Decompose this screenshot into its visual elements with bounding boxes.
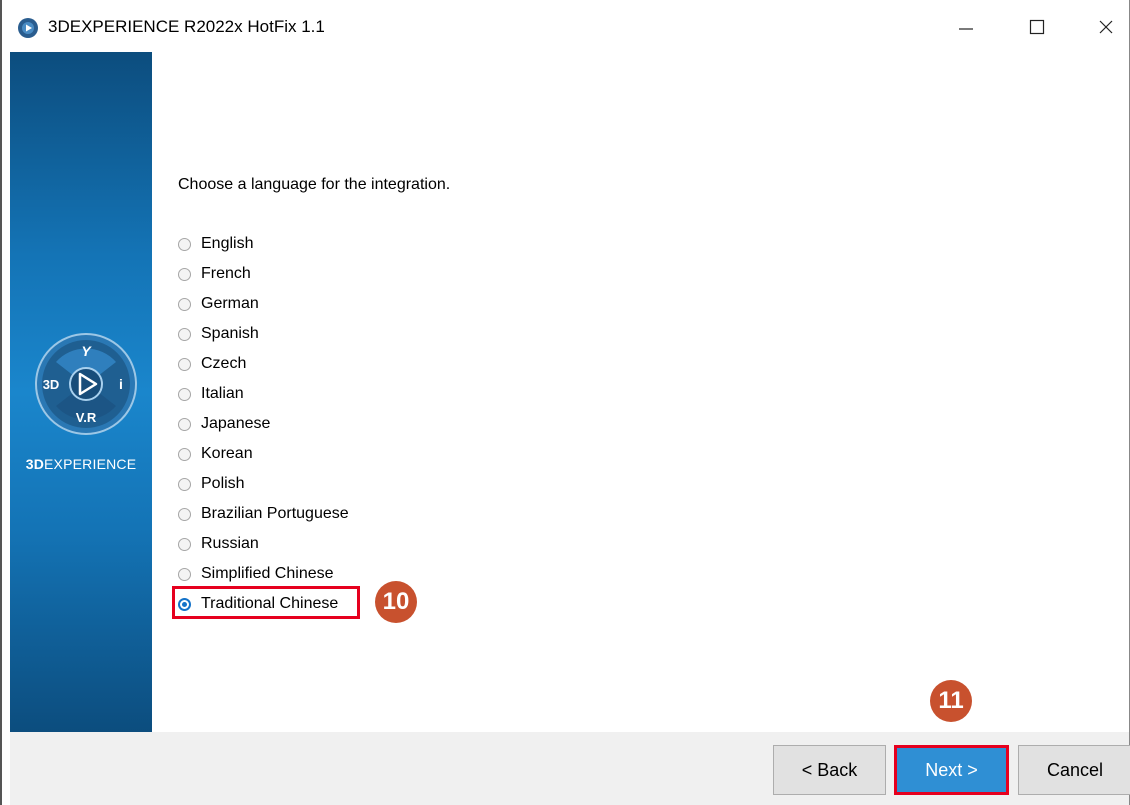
language-label: French xyxy=(201,265,251,282)
selection-highlight-box xyxy=(172,586,360,619)
radio-button[interactable] xyxy=(178,357,191,371)
language-option[interactable]: Korean xyxy=(178,439,349,469)
language-option[interactable]: Brazilian Portuguese xyxy=(178,499,349,529)
radio-button[interactable] xyxy=(178,537,191,551)
3dexperience-compass-icon: Y 3D i V.R xyxy=(35,333,137,435)
radio-button[interactable] xyxy=(178,297,191,311)
brand-rest: EXPERIENCE xyxy=(44,456,137,472)
compass-bottom-label: V.R xyxy=(76,410,97,425)
language-label: English xyxy=(201,235,254,252)
language-label: Simplified Chinese xyxy=(201,565,334,582)
language-option[interactable]: Japanese xyxy=(178,409,349,439)
language-option[interactable]: Italian xyxy=(178,379,349,409)
minimize-button[interactable] xyxy=(944,8,988,46)
main-panel: Choose a language for the integration. E… xyxy=(152,52,1129,732)
next-button[interactable]: Next > xyxy=(894,745,1009,795)
radio-button[interactable] xyxy=(178,447,191,461)
back-button[interactable]: < Back xyxy=(773,745,886,795)
close-icon xyxy=(1099,20,1113,34)
language-label: Italian xyxy=(201,385,244,402)
maximize-icon xyxy=(1029,19,1045,35)
language-label: Spanish xyxy=(201,325,259,342)
language-label: Czech xyxy=(201,355,247,372)
language-option[interactable]: Simplified Chinese xyxy=(178,559,349,589)
language-radio-group: English French German Spanish Czech Italian Ja… xyxy=(178,229,349,619)
radio-button[interactable] xyxy=(178,267,191,281)
radio-button[interactable] xyxy=(178,477,191,491)
maximize-button[interactable] xyxy=(1015,8,1059,46)
app-icon xyxy=(18,18,38,38)
brand-bold: 3D xyxy=(25,456,45,472)
language-option[interactable]: French xyxy=(178,259,349,289)
language-option[interactable]: English xyxy=(178,229,349,259)
radio-button[interactable] xyxy=(178,567,191,581)
close-button[interactable] xyxy=(1084,8,1128,46)
language-label: Russian xyxy=(201,535,259,552)
language-label: German xyxy=(201,295,259,312)
compass-left-label: 3D xyxy=(43,377,60,392)
radio-button[interactable] xyxy=(178,387,191,401)
compass-right-label: i xyxy=(119,376,123,392)
language-option[interactable]: Polish xyxy=(178,469,349,499)
step-badge-10: 10 xyxy=(375,581,417,623)
cancel-button[interactable]: Cancel xyxy=(1018,745,1130,795)
radio-button[interactable] xyxy=(178,507,191,521)
radio-button[interactable] xyxy=(178,327,191,341)
language-label: Korean xyxy=(201,445,253,462)
installer-window: 3DEXPERIENCE R2022x HotFix 1.1 Y 3D i V.… xyxy=(0,0,1130,805)
minimize-icon xyxy=(959,28,973,30)
sidebar-banner: Y 3D i V.R 3DEXPERIENCE xyxy=(10,52,152,732)
language-option[interactable]: Spanish xyxy=(178,319,349,349)
step-badge-11: 11 xyxy=(930,680,972,722)
language-option[interactable]: Russian xyxy=(178,529,349,559)
window-title: 3DEXPERIENCE R2022x HotFix 1.1 xyxy=(48,17,325,36)
language-label: Japanese xyxy=(201,415,271,432)
radio-button[interactable] xyxy=(178,237,191,251)
language-label: Brazilian Portuguese xyxy=(201,505,349,522)
language-option[interactable]: German xyxy=(178,289,349,319)
language-label: Polish xyxy=(201,475,245,492)
brand-name: 3DEXPERIENCE xyxy=(10,456,152,472)
language-prompt: Choose a language for the integration. xyxy=(178,176,451,193)
title-bar[interactable]: 3DEXPERIENCE R2022x HotFix 1.1 xyxy=(2,0,1129,52)
radio-button[interactable] xyxy=(178,417,191,431)
language-option[interactable]: Czech xyxy=(178,349,349,379)
